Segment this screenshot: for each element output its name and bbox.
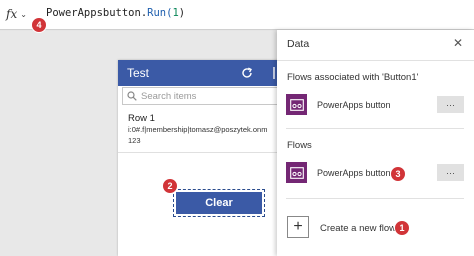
chevron-down-icon: ⌄ [20,9,27,19]
more-options-button[interactable]: ··· [437,96,464,113]
search-box[interactable] [122,87,286,105]
flow-icon [286,94,307,115]
step-badge: 2 [162,178,178,194]
formula-suffix: ) [178,7,186,19]
formula-prefix: PowerAppsbutton. [46,7,148,19]
data-panel: Data ✕ Flows associated with 'Button1' P… [277,30,474,256]
close-icon[interactable]: ✕ [453,36,463,50]
divider [286,128,464,129]
step-badge: 3 [390,166,406,182]
formula-bar: fx ⌄ PowerAppsbutton.Run(1) [0,0,474,30]
panel-title: Data [287,38,310,50]
plus-icon: + [293,218,303,235]
divider [277,60,474,61]
clear-button[interactable]: Clear [176,192,262,214]
associated-flow-label[interactable]: PowerApps button [317,100,391,110]
app-title: Test [127,66,150,80]
flows-label: Flows [287,140,312,151]
search-icon [127,91,137,101]
more-options-button[interactable]: ··· [437,164,464,181]
app-header: Test [118,60,290,86]
formula-function: Run( [147,7,173,19]
add-flow-button[interactable]: + [287,216,309,238]
associated-flows-label: Flows associated with 'Button1' [287,72,419,83]
fx-label: fx [6,7,18,21]
row-title: Row 1 [128,113,155,124]
divider [286,198,464,199]
flow-label[interactable]: PowerApps button [317,168,391,178]
row-value: 123 [128,136,141,145]
flow-icon [286,162,307,183]
gallery-row[interactable]: Row 1 i:0#.f|membership|tomasz@poszytek.… [118,109,290,153]
search-input[interactable] [141,89,281,103]
row-subtitle: i:0#.f|membership|tomasz@poszytek.onm [128,125,268,134]
step-badge: 4 [31,17,47,33]
create-flow-link[interactable]: Create a new flow [320,223,396,234]
clear-button-selection: Clear [173,189,265,217]
refresh-icon[interactable] [240,66,254,80]
step-badge: 1 [394,220,410,236]
formula-input[interactable]: PowerAppsbutton.Run(1) [46,7,185,19]
